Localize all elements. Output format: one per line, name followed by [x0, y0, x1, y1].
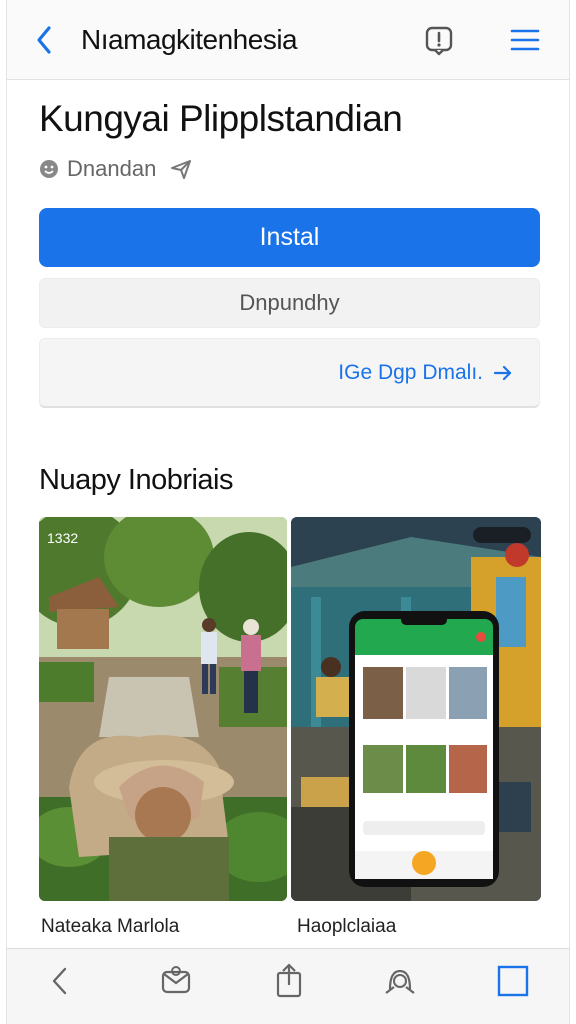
top-navigation-bar: Nıamagkitenhesia: [7, 0, 569, 80]
menu-button[interactable]: [509, 26, 541, 54]
screenshots-heading: Nuapy Inobriais: [39, 464, 234, 496]
app-title: Kungyai Plipplstandian: [39, 98, 403, 139]
developer-name: Dnandan: [67, 156, 157, 181]
hamburger-icon: [510, 29, 540, 51]
screenshot-garden[interactable]: 1332: [39, 517, 287, 901]
screenshot-caption-left: Nateaka Marlola: [41, 916, 180, 937]
report-button[interactable]: [423, 24, 455, 56]
toolbar-back-button[interactable]: [43, 963, 79, 999]
screenshot-badge: 1332: [47, 530, 78, 546]
developer-link-card[interactable]: IGe Dgp Dmalı.: [39, 338, 540, 408]
screenshot-caption-right: Haoplclaiaa: [297, 916, 397, 937]
secondary-button[interactable]: Dnpundhy: [39, 278, 540, 328]
toolbar-bookmark-button[interactable]: [382, 963, 418, 999]
page-title: Nıamagkitenhesia: [81, 24, 298, 55]
app-store-page: Nıamagkitenhesia Kungyai Plipplstandian: [6, 0, 570, 1024]
toolbar-mail-button[interactable]: [158, 963, 194, 999]
bottom-toolbar: [7, 948, 569, 1024]
share-icon: [276, 963, 302, 998]
developer-link-label: IGe Dgp Dmalı.: [338, 360, 483, 384]
toolbar-tabs-button[interactable]: [495, 963, 531, 999]
toolbar-share-button[interactable]: [271, 963, 307, 999]
smiley-icon: [40, 160, 58, 178]
send-icon: [171, 160, 192, 179]
chevron-left-icon: [37, 26, 51, 54]
screenshot-app-preview[interactable]: [291, 517, 541, 901]
flag-icon: [425, 26, 453, 56]
developer-row[interactable]: Dnandan: [39, 154, 192, 184]
mail-icon: [161, 966, 191, 994]
chevron-left-icon: [52, 967, 67, 995]
install-button[interactable]: Instal: [39, 208, 540, 267]
arrow-right-icon: [493, 365, 512, 380]
back-button[interactable]: [31, 22, 59, 58]
garden-photo: 1332: [39, 517, 287, 901]
bookmark-icon: [385, 969, 415, 994]
tabs-icon: [497, 965, 529, 997]
market-photo: [291, 517, 541, 901]
